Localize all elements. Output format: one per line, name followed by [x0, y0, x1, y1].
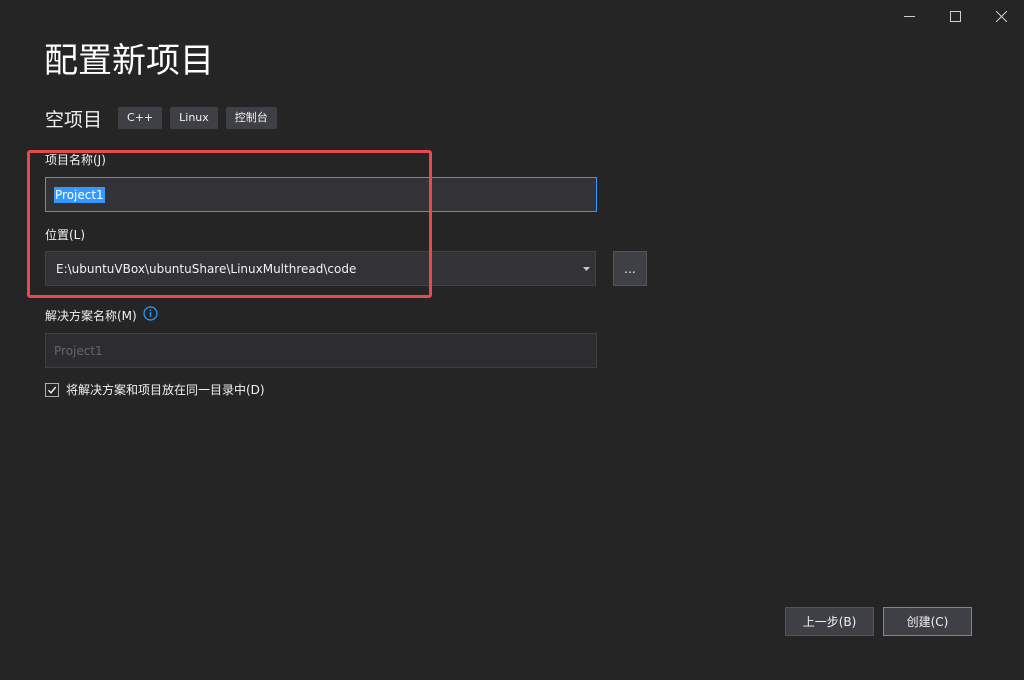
project-name-label: 项目名称(J)	[45, 153, 106, 167]
page-title: 配置新项目	[44, 41, 214, 81]
minimize-button[interactable]	[886, 0, 932, 32]
tag-project-type: 控制台	[225, 107, 277, 129]
close-button[interactable]	[978, 0, 1024, 32]
info-icon[interactable]	[143, 306, 158, 321]
configure-project-window: 配置新项目 空项目 C++ Linux 控制台 项目名称(J) Project1…	[0, 0, 1024, 680]
template-name: 空项目	[45, 108, 103, 131]
tag-language: C++	[118, 107, 163, 129]
same-directory-label: 将解决方案和项目放在同一目录中(D)	[66, 383, 265, 397]
same-directory-option[interactable]: 将解决方案和项目放在同一目录中(D)	[45, 381, 265, 398]
solution-name-input[interactable]: Project1	[45, 333, 597, 368]
tag-platform: Linux	[170, 107, 218, 129]
browse-button[interactable]: ...	[613, 251, 647, 286]
location-combobox[interactable]: E:\ubuntuVBox\ubuntuShare\LinuxMulthread…	[45, 251, 596, 286]
same-directory-checkbox[interactable]	[45, 382, 59, 397]
close-icon	[995, 10, 1007, 22]
solution-name-label: 解决方案名称(M)	[45, 309, 137, 323]
window-controls	[886, 0, 1024, 32]
solution-name-placeholder: Project1	[54, 343, 103, 358]
location-label: 位置(L)	[45, 228, 86, 242]
minimize-icon	[903, 15, 915, 17]
create-button[interactable]: 创建(C)	[883, 607, 972, 636]
location-value: E:\ubuntuVBox\ubuntuShare\LinuxMulthread…	[56, 261, 357, 276]
dropdown-arrow-icon[interactable]	[577, 252, 595, 285]
project-name-value: Project1	[54, 186, 105, 203]
project-name-input[interactable]: Project1	[45, 177, 597, 212]
template-summary: 空项目 C++ Linux 控制台	[45, 104, 285, 132]
back-button[interactable]: 上一步(B)	[785, 607, 874, 636]
maximize-button[interactable]	[932, 0, 978, 32]
maximize-icon	[949, 10, 961, 22]
checkmark-icon	[47, 386, 57, 394]
